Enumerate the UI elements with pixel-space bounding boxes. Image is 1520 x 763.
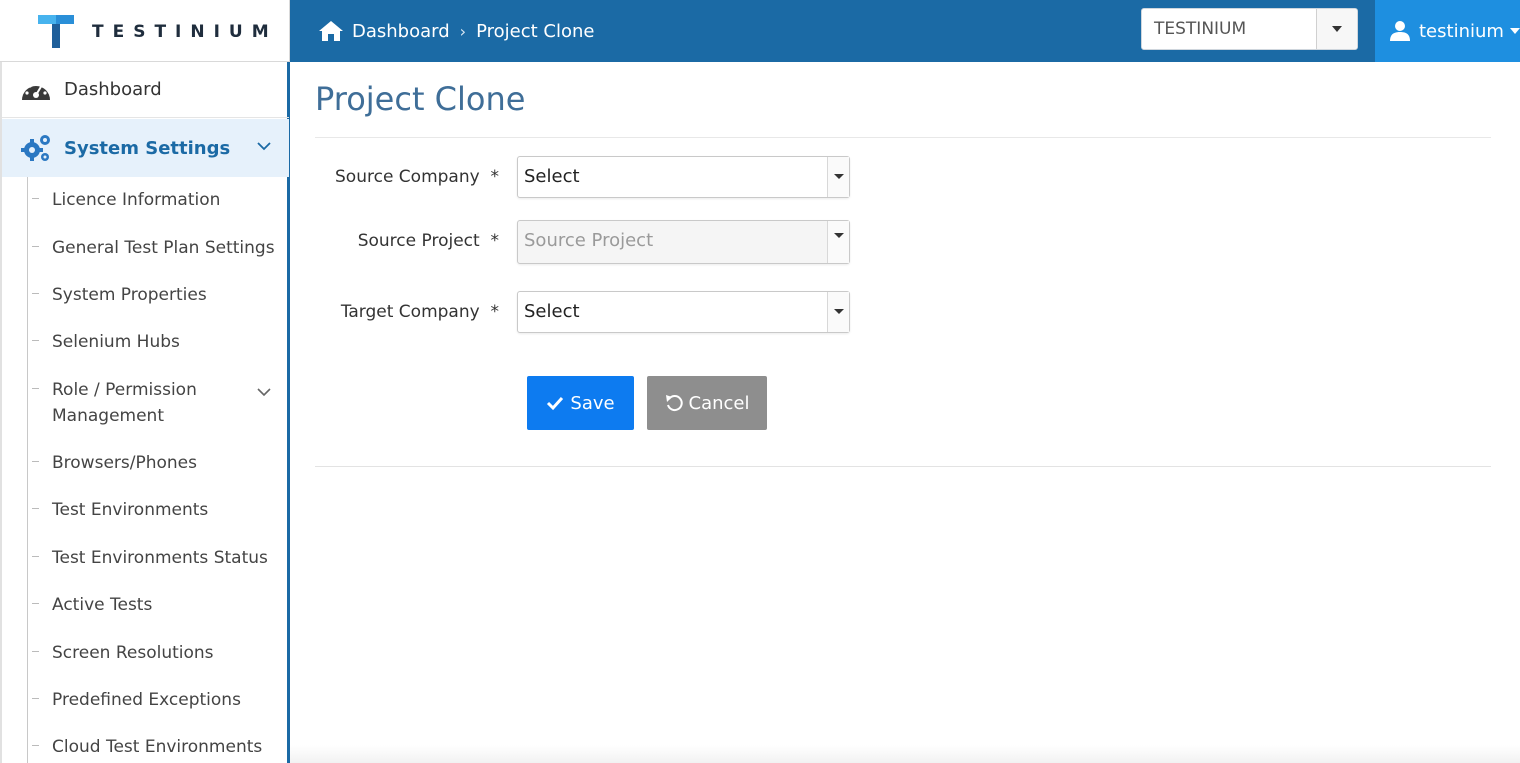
gears-icon: [21, 135, 50, 161]
company-select[interactable]: TESTINIUM: [1141, 8, 1358, 50]
divider: [315, 137, 1491, 138]
caret-down-icon: [1509, 28, 1520, 34]
breadcrumb-dashboard[interactable]: Dashboard: [352, 21, 450, 42]
submenu-tick: [32, 603, 39, 604]
source-company-value: Select: [524, 166, 580, 187]
caret-down-icon: [834, 233, 844, 238]
page-title: Project Clone: [315, 80, 526, 118]
submenu-tick: [32, 198, 39, 199]
submenu-tick: [32, 246, 39, 247]
sidebar-item-label: Test Environments: [52, 500, 209, 520]
target-company-label: Target Company *: [340, 302, 499, 322]
sidebar-item-label: Test Environments Status: [52, 548, 268, 568]
cancel-button[interactable]: Cancel: [647, 376, 767, 430]
source-company-toggle[interactable]: [827, 157, 849, 197]
sidebar-item-label: System Properties: [52, 285, 207, 305]
sidebar-item-label: Screen Resolutions: [52, 643, 214, 663]
sidebar-item-label: General Test Plan Settings: [52, 238, 275, 258]
check-icon: [547, 396, 564, 411]
target-company-select[interactable]: Select: [517, 291, 850, 333]
target-company-toggle[interactable]: [827, 292, 849, 332]
sidebar-item-dashboard[interactable]: Dashboard: [2, 62, 289, 118]
logo[interactable]: TESTINIUM: [0, 0, 290, 62]
caret-down-icon: [834, 174, 844, 179]
sidebar: Dashboard System Settings Licence Inform…: [0, 62, 290, 763]
save-button[interactable]: Save: [527, 376, 634, 430]
testinium-logo-icon: [38, 15, 74, 48]
user-icon: [1390, 21, 1410, 41]
submenu-tick: [32, 388, 39, 389]
undo-icon: [665, 395, 683, 412]
top-bar: TESTINIUM Dashboard › Project Clone TEST…: [0, 0, 1520, 62]
breadcrumb-separator-icon: ›: [459, 21, 467, 41]
sidebar-item-system-settings[interactable]: System Settings: [2, 119, 289, 177]
page-bottom-shadow: [290, 745, 1520, 763]
chevron-down-icon[interactable]: [257, 385, 271, 399]
home-icon[interactable]: [318, 20, 344, 42]
logo-text: TESTINIUM: [92, 22, 278, 42]
sidebar-item-label: Browsers/Phones: [52, 453, 197, 473]
chevron-down-icon: [257, 142, 271, 151]
target-company-value: Select: [524, 301, 580, 322]
source-project-select[interactable]: Source Project: [517, 220, 850, 264]
source-company-label: Source Company *: [335, 167, 499, 187]
user-menu[interactable]: testinium: [1375, 0, 1520, 62]
breadcrumb: Dashboard › Project Clone: [318, 0, 594, 62]
source-company-select[interactable]: Select: [517, 156, 850, 198]
submenu-tick: [32, 293, 39, 294]
caret-down-icon: [1332, 26, 1342, 32]
sidebar-item-label: System Settings: [64, 137, 231, 159]
sidebar-item-label: Cloud Test Environments: [52, 737, 263, 757]
save-button-label: Save: [570, 392, 615, 414]
sidebar-item-label: Selenium Hubs: [52, 332, 180, 352]
sidebar-item-label: Predefined Exceptions: [52, 690, 241, 710]
source-project-toggle[interactable]: [827, 221, 849, 263]
submenu-guide-line: [27, 177, 28, 763]
submenu-tick: [32, 651, 39, 652]
caret-down-icon: [834, 309, 844, 314]
company-select-value: TESTINIUM: [1154, 19, 1247, 39]
submenu-tick: [32, 508, 39, 509]
sidebar-item-label: Dashboard: [64, 79, 162, 100]
dashboard-gauge-icon: [22, 80, 50, 100]
submenu-tick: [32, 340, 39, 341]
user-name: testinium: [1419, 20, 1504, 42]
sidebar-item-label: Licence Information: [52, 190, 221, 210]
submenu-tick: [32, 745, 39, 746]
breadcrumb-current: Project Clone: [476, 20, 595, 42]
sidebar-item-label: Active Tests: [52, 595, 153, 615]
source-project-placeholder: Source Project: [524, 230, 654, 251]
submenu-tick: [32, 556, 39, 557]
submenu-tick: [32, 461, 39, 462]
sidebar-item-label: Role / Permission Management: [52, 380, 197, 426]
company-select-toggle[interactable]: [1316, 9, 1357, 49]
source-project-label: Source Project *: [357, 231, 499, 251]
submenu-tick: [32, 698, 39, 699]
cancel-button-label: Cancel: [688, 392, 750, 414]
divider: [315, 466, 1491, 467]
